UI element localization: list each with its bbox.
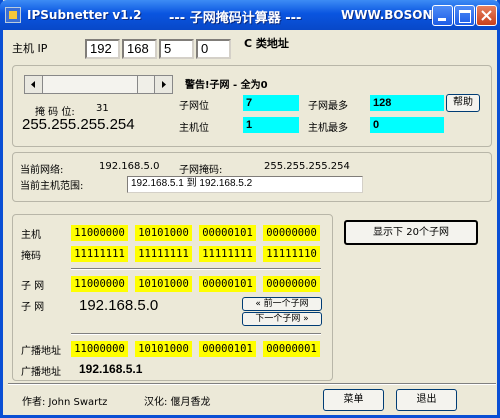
subnet-ip-value: 192.168.5.0 bbox=[79, 297, 159, 314]
broadcast-ip-label: 广播地址 bbox=[21, 367, 61, 378]
binary-broadcast-octet: 00000101 bbox=[199, 341, 256, 357]
host-range-label: 当前主机范围: bbox=[20, 181, 84, 192]
slider-thumb[interactable] bbox=[137, 76, 155, 93]
binary-mask-octet: 11111111 bbox=[71, 246, 128, 262]
binary-subnet-octet: 10101000 bbox=[135, 276, 192, 292]
broadcast-ip-value: 192.168.5.1 bbox=[79, 362, 143, 376]
ip-octet-4[interactable]: 0 bbox=[196, 39, 231, 59]
ip-octet-1[interactable]: 192 bbox=[85, 39, 120, 59]
subnet-ip-label: 子 网 bbox=[21, 302, 45, 313]
max-subnets-value: 128 bbox=[370, 95, 444, 111]
ip-label: 主机 IP bbox=[12, 42, 48, 55]
prev-subnet-button[interactable]: « 前一个子网 bbox=[242, 297, 322, 311]
close-icon bbox=[481, 10, 492, 21]
mask-bits-value: 31 bbox=[96, 103, 109, 114]
binary-mask-octet: 11111111 bbox=[135, 246, 192, 262]
app-window: IPSubnetter v1.2 --- 子网掩码计算器 --- WWW.BOS… bbox=[0, 0, 500, 418]
binary-divider bbox=[71, 333, 321, 335]
binary-host-octet: 10101000 bbox=[135, 225, 192, 241]
mask-warning: 警告!子网 - 全为0 bbox=[185, 80, 268, 91]
show-next-subnets-button[interactable]: 显示下 20个子网 bbox=[344, 220, 478, 245]
binary-mask-octet: 11111110 bbox=[263, 246, 320, 262]
binary-host-octet: 00000101 bbox=[199, 225, 256, 241]
close-button[interactable] bbox=[476, 5, 497, 26]
app-icon bbox=[5, 7, 21, 23]
binary-host-label: 主机 bbox=[21, 230, 41, 241]
subnet-mask-label: 子网掩码: bbox=[179, 165, 223, 176]
author-label: 作者: John Swartz bbox=[22, 397, 108, 408]
subnet-bits-value: 7 bbox=[243, 95, 299, 111]
ip-octet-2[interactable]: 168 bbox=[122, 39, 157, 59]
max-hosts-label: 主机最多 bbox=[308, 123, 348, 134]
binary-subnet-octet: 00000101 bbox=[199, 276, 256, 292]
binary-mask-label: 掩码 bbox=[21, 251, 41, 262]
exit-button[interactable]: 退出 bbox=[396, 389, 457, 411]
title-bar[interactable]: IPSubnetter v1.2 --- 子网掩码计算器 --- WWW.BOS… bbox=[0, 0, 500, 30]
host-bits-value: 1 bbox=[243, 117, 299, 133]
binary-host-octet: 00000000 bbox=[263, 225, 320, 241]
binary-host-octet: 11000000 bbox=[71, 225, 128, 241]
maximize-button[interactable] bbox=[454, 5, 475, 26]
minimize-icon bbox=[438, 18, 446, 21]
binary-divider bbox=[71, 268, 321, 270]
window-title: IPSubnetter v1.2 bbox=[27, 8, 142, 22]
binary-broadcast-octet: 10101000 bbox=[135, 341, 192, 357]
footer-divider bbox=[8, 383, 496, 385]
subnet-bits-label: 子网位 bbox=[179, 101, 209, 112]
minimize-button[interactable] bbox=[432, 5, 453, 26]
binary-mask-octet: 11111111 bbox=[199, 246, 256, 262]
right-arrow-icon bbox=[162, 81, 166, 88]
host-range-field[interactable]: 192.168.5.1 到 192.168.5.2 bbox=[127, 176, 363, 193]
subnet-mask-value: 255.255.255.254 bbox=[264, 161, 350, 172]
binary-subnet-octet: 11000000 bbox=[71, 276, 128, 292]
window-subtitle: --- 子网掩码计算器 --- bbox=[169, 11, 302, 26]
translator-label: 汉化: 偃月香龙 bbox=[144, 397, 211, 408]
menu-button[interactable]: 菜单 bbox=[323, 389, 384, 411]
maximize-icon bbox=[459, 10, 471, 23]
help-button[interactable]: 帮助 bbox=[446, 94, 480, 112]
binary-subnet-label: 子 网 bbox=[21, 281, 45, 292]
slider-right-button[interactable] bbox=[154, 76, 172, 93]
network-value: 192.168.5.0 bbox=[99, 161, 160, 172]
binary-broadcast-octet: 11000000 bbox=[71, 341, 128, 357]
network-label: 当前网络: bbox=[20, 165, 64, 176]
host-bits-label: 主机位 bbox=[179, 123, 209, 134]
subnet-mask-display: 255.255.255.254 bbox=[22, 116, 135, 133]
next-subnet-button[interactable]: 下一个子网 » bbox=[242, 312, 322, 326]
binary-broadcast-label: 广播地址 bbox=[21, 346, 61, 357]
binary-subnet-octet: 00000000 bbox=[263, 276, 320, 292]
slider-left-button[interactable] bbox=[25, 76, 43, 93]
ip-class-label: C 类地址 bbox=[244, 37, 289, 50]
mask-slider[interactable] bbox=[24, 75, 173, 94]
ip-octet-3[interactable]: 5 bbox=[159, 39, 194, 59]
binary-broadcast-octet: 00000001 bbox=[263, 341, 320, 357]
left-arrow-icon bbox=[31, 81, 35, 88]
max-subnets-label: 子网最多 bbox=[308, 101, 348, 112]
max-hosts-value: 0 bbox=[370, 117, 444, 133]
